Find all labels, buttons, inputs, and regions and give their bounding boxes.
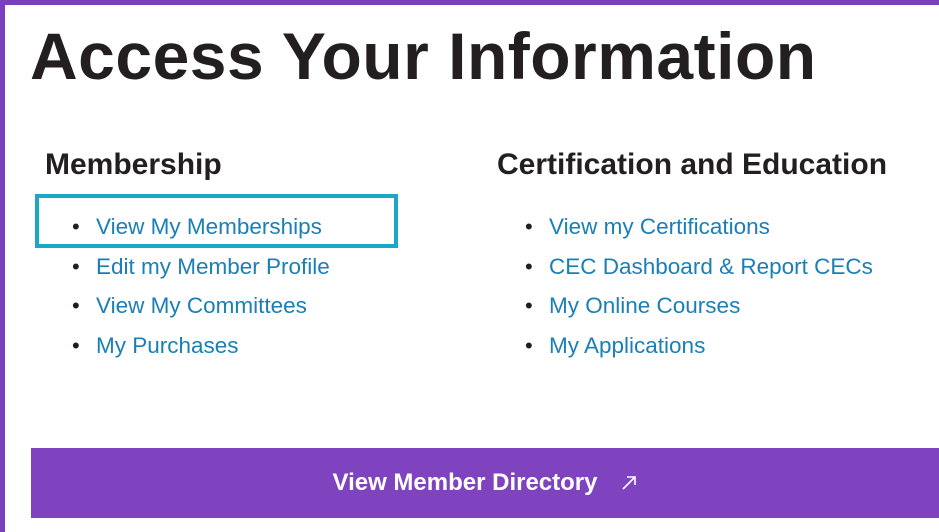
view-member-directory-button[interactable]: View Member Directory (31, 448, 939, 518)
list-item: • My Applications (525, 326, 873, 366)
my-purchases-link[interactable]: My Purchases (96, 333, 239, 358)
highlight-box (35, 194, 398, 248)
list-item: • Edit my Member Profile (72, 247, 330, 287)
page-title: Access Your Information (30, 19, 817, 93)
my-applications-link[interactable]: My Applications (549, 333, 705, 358)
list-item: • CEC Dashboard & Report CECs (525, 247, 873, 287)
list-item: • My Purchases (72, 326, 330, 366)
list-item: • My Online Courses (525, 286, 873, 326)
bullet-icon: • (72, 253, 80, 279)
bullet-icon: • (525, 253, 533, 279)
list-item: • View my Certifications (525, 207, 873, 247)
bullet-icon: • (525, 332, 533, 358)
edit-member-profile-link[interactable]: Edit my Member Profile (96, 254, 330, 279)
bullet-icon: • (72, 293, 80, 319)
directory-button-label: View Member Directory (332, 469, 598, 496)
certification-heading: Certification and Education (497, 148, 888, 181)
cec-dashboard-link[interactable]: CEC Dashboard & Report CECs (549, 254, 873, 279)
view-my-committees-link[interactable]: View My Committees (96, 293, 307, 318)
bullet-icon: • (525, 293, 533, 319)
bullet-icon: • (72, 332, 80, 358)
my-online-courses-link[interactable]: My Online Courses (549, 293, 740, 318)
bullet-icon: • (525, 214, 533, 239)
list-item: • View My Committees (72, 286, 330, 326)
external-link-arrow-icon (620, 470, 638, 496)
membership-heading: Membership (45, 148, 222, 181)
view-my-certifications-link[interactable]: View my Certifications (549, 214, 770, 239)
certification-links: • View my Certifications • CEC Dashboard… (525, 207, 873, 365)
